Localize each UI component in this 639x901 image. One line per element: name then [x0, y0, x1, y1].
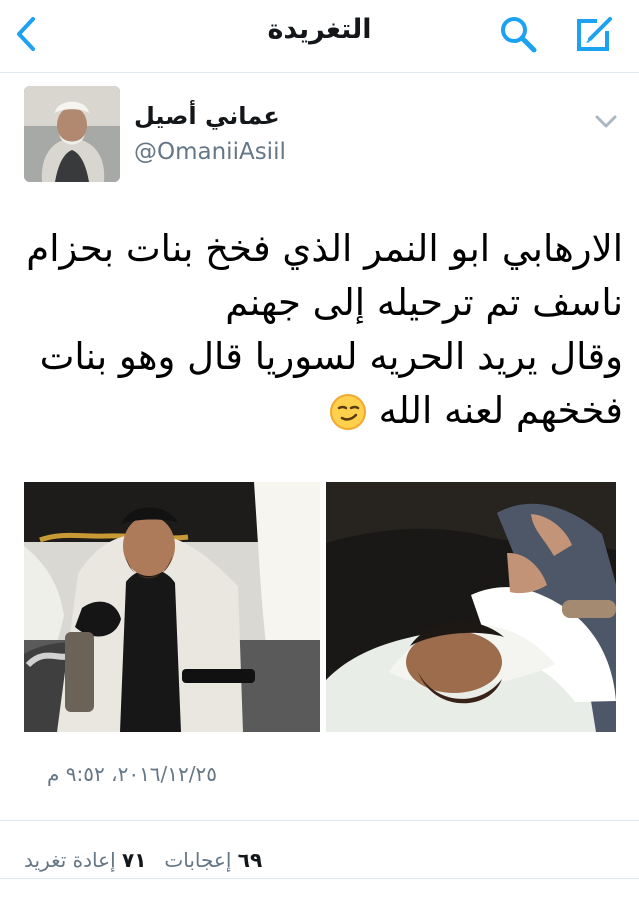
tweet-author[interactable]: عماني أصيل @OmaniiAsiil [0, 84, 639, 188]
divider [0, 878, 639, 879]
compose-icon[interactable] [570, 10, 618, 58]
likes-count: ٦٩ [237, 848, 263, 872]
tweet-engagement-stats: ٦٩ إعجابات ٧١ إعادة تغريد [24, 848, 262, 872]
tweet-photo[interactable] [326, 482, 616, 732]
tweet-timestamp[interactable]: ٢٠١٦/١٢/٢٥، ٩:٥٢ م [47, 762, 217, 786]
tweet-text: الارهابي ابو النمر الذي فخخ بنات بحزام ن… [23, 222, 623, 438]
likes-stat[interactable]: ٦٩ إعجابات [164, 848, 262, 872]
search-icon[interactable] [494, 10, 542, 58]
retweets-count: ٧١ [122, 848, 147, 872]
retweets-stat[interactable]: ٧١ إعادة تغريد [24, 848, 146, 872]
tweet-text-line: ناسف تم ترحيله إلى جهنم [225, 281, 623, 324]
tweet-photo[interactable] [24, 482, 320, 732]
divider [0, 820, 639, 821]
retweets-label: إعادة تغريد [24, 848, 116, 872]
tweet-text-line: وقال يريد الحريه لسوريا قال وهو بنات [39, 335, 623, 378]
tweet-text-line: فخخهم لعنه الله [23, 384, 623, 438]
chevron-down-icon[interactable] [590, 108, 622, 136]
page-title: التغريدة [267, 14, 372, 45]
tweet-text-line: الارهابي ابو النمر الذي فخخ بنات بحزام [26, 227, 623, 270]
author-handle[interactable]: @OmaniiAsiil [134, 139, 286, 165]
author-display-name[interactable]: عماني أصيل [134, 102, 284, 130]
avatar[interactable] [24, 86, 120, 182]
navigation-bar: التغريدة [0, 0, 639, 73]
tweet-text-last-line: فخخهم لعنه الله [378, 389, 623, 432]
smirk-emoji-icon [329, 392, 367, 430]
likes-label: إعجابات [164, 848, 232, 872]
